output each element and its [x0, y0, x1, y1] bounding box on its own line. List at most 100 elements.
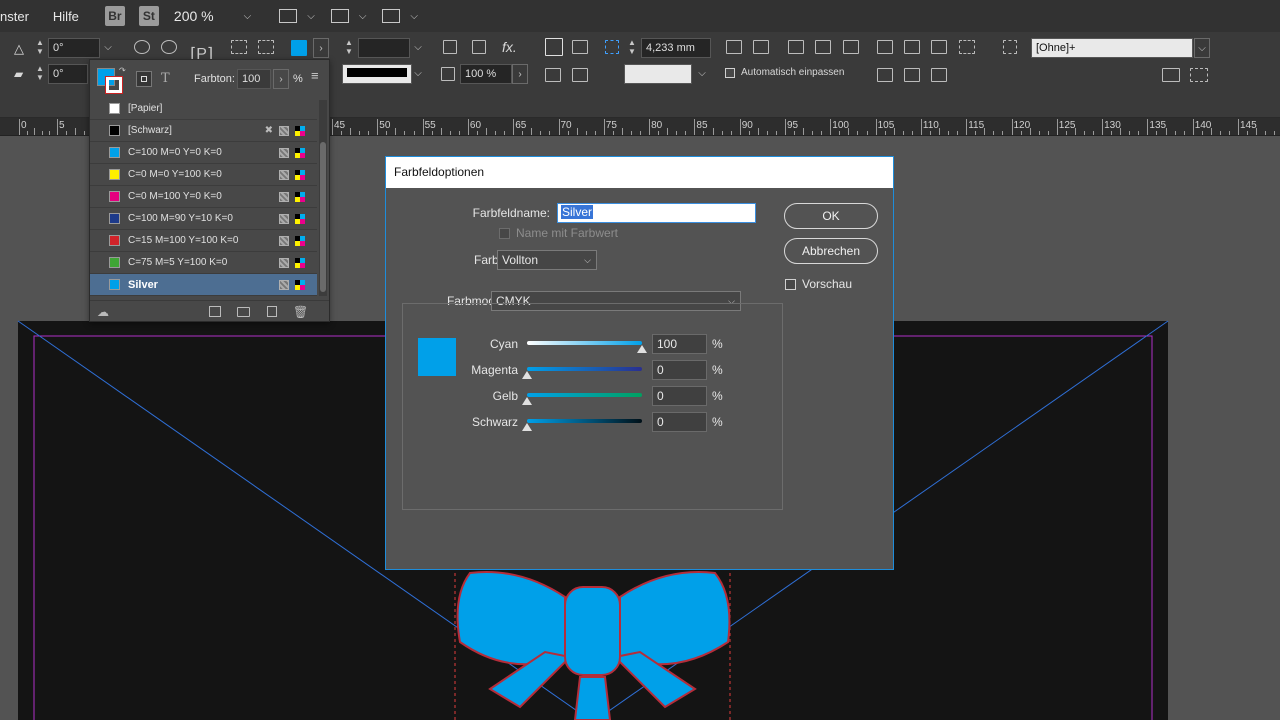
zoom-dropdown-icon[interactable]: ⌵ [244, 11, 252, 22]
arrange-documents-chevron-icon[interactable]: ⌵ [410, 11, 418, 22]
align-hcenter-icon[interactable] [904, 40, 920, 54]
auto-fit-checkbox[interactable] [725, 68, 735, 78]
new-group-icon[interactable] [237, 307, 250, 317]
fit-frame-icon[interactable] [443, 40, 457, 54]
rotate-ccw-icon[interactable] [161, 40, 177, 54]
align-left-icon[interactable] [877, 40, 893, 54]
swatch-scrollbar[interactable] [319, 100, 327, 296]
screen-mode-icon[interactable] [330, 9, 349, 23]
object-style-dropdown-icon[interactable]: ⌵ [1194, 38, 1210, 58]
distribute-icon[interactable] [959, 40, 975, 54]
fit-content-icon[interactable] [472, 40, 486, 54]
select-content-icon[interactable] [258, 40, 274, 54]
fit-frame-to-content-icon[interactable] [815, 40, 831, 54]
align-right-icon[interactable] [931, 40, 947, 54]
stroke-weight-spinner[interactable]: ▲ ▼ [343, 38, 355, 58]
swatch-type-select[interactable]: Vollton ⌵ [497, 250, 597, 270]
panel-menu-icon[interactable]: ≡ [311, 68, 319, 83]
rotate-angle-input[interactable]: 0° [48, 38, 100, 58]
new-swatch-icon[interactable] [267, 306, 277, 317]
stroke-preview-field[interactable] [624, 64, 692, 84]
channel-slider-thumb[interactable] [522, 397, 532, 405]
clear-overrides-icon[interactable] [1162, 68, 1180, 82]
scale-chevron-icon[interactable]: › [512, 64, 528, 84]
swatch-row[interactable]: C=100 M=0 Y=0 K=0 [90, 142, 317, 164]
rotate-angle-spinner[interactable]: ▲ ▼ [34, 38, 46, 58]
show-kinds-icon[interactable] [209, 306, 221, 317]
offset-spinner[interactable]: ▲ ▼ [626, 38, 638, 58]
object-style-select[interactable]: [Ohne]+ [1031, 38, 1193, 58]
swatch-row[interactable]: C=0 M=100 Y=0 K=0 [90, 186, 317, 208]
scale-input[interactable]: 100 % [460, 64, 512, 84]
align-bottom-icon[interactable] [931, 68, 947, 82]
fill-proportional-icon[interactable] [753, 40, 769, 54]
swap-colors-icon[interactable]: ↷ [119, 66, 126, 75]
stroke-weight-dropdown-icon[interactable]: ⌵ [410, 38, 426, 58]
text-wrap-box-icon[interactable] [572, 40, 588, 54]
select-container-icon[interactable] [231, 40, 247, 54]
fill-color-icon[interactable] [291, 40, 307, 56]
ok-button[interactable]: OK [784, 203, 878, 229]
view-options-icon[interactable] [279, 9, 298, 23]
view-options-chevron-icon[interactable]: ⌵ [307, 11, 315, 22]
fit-proportional-icon[interactable] [726, 40, 742, 54]
cloud-library-icon[interactable]: ☁ [97, 305, 109, 319]
swatch-row[interactable]: C=100 M=90 Y=10 K=0 [90, 208, 317, 230]
rotate-angle-dropdown-icon[interactable]: ⌵ [100, 38, 116, 58]
formatting-text-icon[interactable]: T [161, 71, 170, 86]
swatch-row[interactable]: C=75 M=5 Y=100 K=0 [90, 252, 317, 274]
stock-icon[interactable]: St [138, 6, 159, 26]
fill-chevron-icon[interactable]: › [313, 38, 329, 58]
offset-input[interactable]: 4,233 mm [641, 38, 711, 58]
zoom-level[interactable]: 200 % [174, 8, 214, 24]
channel-slider-thumb[interactable] [522, 423, 532, 431]
bridge-icon[interactable]: Br [104, 6, 125, 26]
menu-item-window[interactable]: nster [0, 9, 37, 24]
stroke-swatch-icon[interactable] [105, 76, 123, 94]
tint-input[interactable]: 100 [237, 69, 271, 89]
channel-slider[interactable] [527, 419, 642, 423]
swatch-name-input[interactable]: Silver [557, 203, 756, 223]
channel-value-input[interactable]: 100 [652, 334, 707, 354]
stroke-preview-dropdown-icon[interactable]: ⌵ [694, 64, 710, 84]
stroke-weight-input[interactable] [358, 38, 410, 58]
swatch-row[interactable]: Silver [90, 274, 317, 296]
delete-swatch-icon[interactable]: 🗑 [293, 305, 308, 319]
shear-angle-spinner[interactable]: ▲ ▼ [34, 64, 46, 84]
effects-fx-icon[interactable]: fx. [502, 39, 517, 55]
channel-slider[interactable] [527, 393, 642, 397]
text-wrap-shape-icon[interactable] [545, 68, 561, 82]
channel-slider[interactable] [527, 367, 642, 371]
align-top-icon[interactable] [877, 68, 893, 82]
rotate-cw-icon[interactable] [134, 40, 150, 54]
stroke-type-dropdown-icon[interactable]: ⌵ [410, 64, 426, 84]
swatch-row[interactable]: [Schwarz] ✖ [90, 120, 317, 142]
channel-value-input[interactable]: 0 [652, 412, 707, 432]
preview-checkbox[interactable] [785, 279, 796, 290]
quick-apply-icon[interactable] [1190, 68, 1208, 82]
menu-item-help[interactable]: Hilfe [45, 9, 87, 24]
align-vcenter-icon[interactable] [904, 68, 920, 82]
formatting-container-icon[interactable] [136, 71, 152, 87]
channel-slider-thumb[interactable] [522, 371, 532, 379]
arrange-documents-icon[interactable] [382, 9, 401, 23]
channel-value-input[interactable]: 0 [652, 386, 707, 406]
swatch-scroll-thumb[interactable] [320, 142, 326, 292]
stroke-type-select[interactable] [342, 64, 412, 84]
shear-angle-input[interactable]: 0° [48, 64, 88, 84]
cancel-button[interactable]: Abbrechen [784, 238, 878, 264]
auto-fit-label[interactable]: Automatisch einpassen [741, 67, 844, 78]
preview-label[interactable]: Vorschau [802, 277, 852, 291]
text-wrap-none-icon[interactable] [545, 38, 563, 56]
channel-value-input[interactable]: 0 [652, 360, 707, 380]
text-wrap-jump-icon[interactable] [572, 68, 588, 82]
swatch-row[interactable]: C=0 M=0 Y=100 K=0 [90, 164, 317, 186]
center-content-icon[interactable] [843, 40, 859, 54]
tint-chevron-icon[interactable]: › [273, 69, 289, 89]
channel-slider[interactable] [527, 341, 642, 345]
swatch-row[interactable]: [Papier] [90, 98, 317, 120]
swatch-row[interactable]: C=15 M=100 Y=100 K=0 [90, 230, 317, 252]
channel-slider-thumb[interactable] [637, 345, 647, 353]
screen-mode-chevron-icon[interactable]: ⌵ [359, 11, 367, 22]
fit-content-to-frame-icon[interactable] [788, 40, 804, 54]
